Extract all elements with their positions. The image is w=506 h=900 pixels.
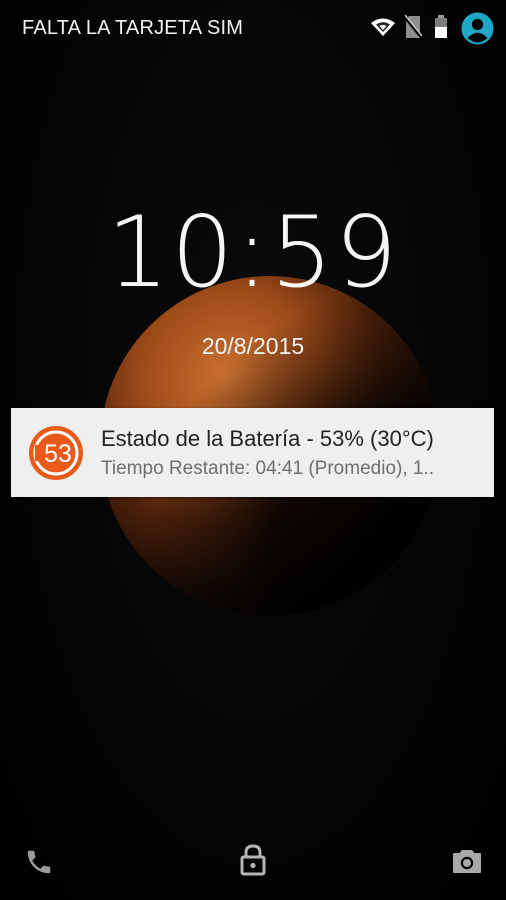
lock-icon[interactable] [238,844,268,881]
lockscreen-clock: 10:59 [106,196,400,310]
lockscreen-date: 20/8/2015 [201,333,305,359]
battery-status-notification[interactable]: 53 Estado de la Batería - 53% (30°C) Tie… [11,408,494,497]
notification-text: Tiempo Restante: 04:41 (Promedio), 1.. [101,458,435,479]
battery-icon [434,15,448,44]
wifi-icon [370,16,396,43]
lock-screen: FALTA LA TARJETA SIM 10:59 20/8/2015 53 … [0,0,506,900]
battery-percentage-icon: 53 [28,425,84,481]
battery-percentage-text: 53 [44,440,72,468]
status-bar: FALTA LA TARJETA SIM [0,0,506,58]
notification-title: Estado de la Batería - 53% (30°C) [101,426,434,451]
account-avatar-icon[interactable] [461,12,494,50]
camera-icon[interactable] [452,847,482,880]
phone-icon[interactable] [24,847,54,882]
carrier-status-text: FALTA LA TARJETA SIM [22,17,244,39]
no-sim-icon [402,14,424,44]
